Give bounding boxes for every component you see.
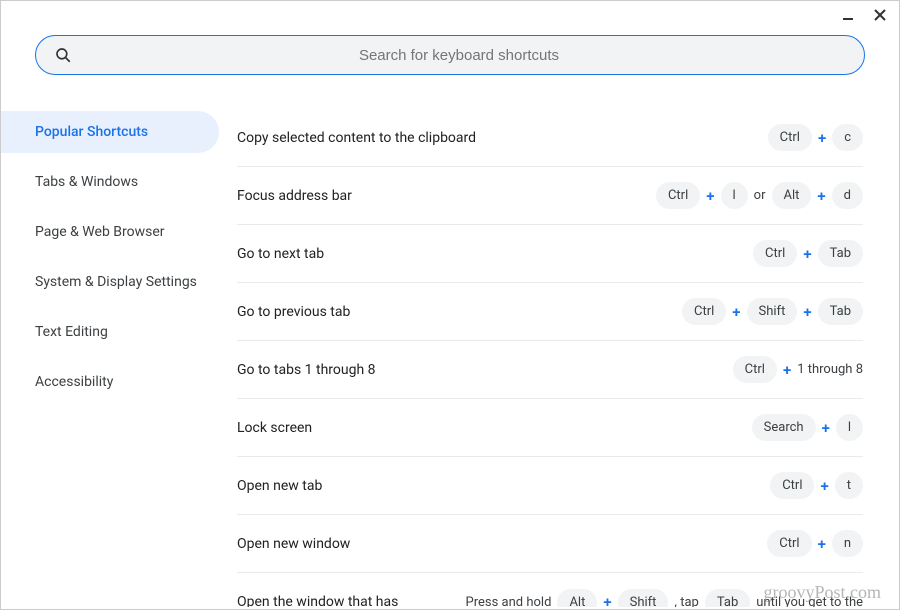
- minimize-icon[interactable]: [841, 8, 855, 22]
- sidebar-item-label: Text Editing: [35, 324, 108, 340]
- combo-literal: Press and hold: [466, 595, 552, 608]
- key-cap: Ctrl: [767, 530, 811, 557]
- combo-literal: or: [754, 188, 766, 203]
- combo-literal: 1 through 8: [797, 362, 863, 377]
- shortcut-row: Open new windowCtrl + n: [237, 515, 863, 573]
- search-input[interactable]: [72, 47, 846, 64]
- searchbar[interactable]: [35, 35, 865, 75]
- key-cap: Ctrl: [656, 182, 700, 209]
- shortcut-row: Go to next tabCtrl + Tab: [237, 225, 863, 283]
- plus-icon: +: [818, 535, 826, 553]
- shortcut-description: Copy selected content to the clipboard: [237, 130, 768, 146]
- key-cap: d: [832, 182, 863, 209]
- key-cap: Tab: [705, 589, 750, 608]
- key-cap: n: [832, 530, 863, 557]
- shortcut-list: Copy selected content to the clipboardCt…: [219, 89, 899, 607]
- shortcut-description: Open new tab: [237, 478, 770, 494]
- shortcut-combo: Ctrl + lor Alt + d: [656, 182, 863, 209]
- shortcut-row: Focus address barCtrl + lor Alt + d: [237, 167, 863, 225]
- key-cap: Shift: [747, 298, 798, 325]
- shortcut-row: Go to tabs 1 through 8Ctrl +1 through 8: [237, 341, 863, 399]
- shortcut-combo: Ctrl + c: [768, 124, 863, 151]
- shortcut-combo: Ctrl + n: [767, 530, 863, 557]
- shortcut-row: Open the window that hasPress and hold Al…: [237, 573, 863, 607]
- sidebar-item-label: Page & Web Browser: [35, 224, 165, 240]
- combo-literal: until you get to the: [756, 595, 863, 608]
- key-cap: Ctrl: [753, 240, 797, 267]
- plus-icon: +: [783, 361, 791, 379]
- shortcut-row: Copy selected content to the clipboardCt…: [237, 109, 863, 167]
- sidebar-item-label: Accessibility: [35, 374, 113, 390]
- shortcut-row: Open new tabCtrl + t: [237, 457, 863, 515]
- key-cap: Shift: [618, 589, 669, 608]
- key-cap: t: [835, 472, 863, 499]
- plus-icon: +: [603, 593, 611, 607]
- sidebar-item-accessibility[interactable]: Accessibility: [1, 361, 219, 403]
- sidebar-item-popular-shortcuts[interactable]: Popular Shortcuts: [1, 111, 219, 153]
- sidebar-item-label: System & Display Settings: [35, 274, 197, 290]
- shortcut-description: Go to tabs 1 through 8: [237, 362, 733, 378]
- sidebar-item-system-display-settings[interactable]: System & Display Settings: [1, 261, 219, 303]
- close-icon[interactable]: [873, 8, 887, 22]
- shortcut-combo: Ctrl + t: [770, 472, 863, 499]
- window-titlebar: [1, 1, 899, 29]
- sidebar-item-text-editing[interactable]: Text Editing: [1, 311, 219, 353]
- plus-icon: +: [818, 129, 826, 147]
- plus-icon: +: [820, 477, 828, 495]
- key-cap: Ctrl: [682, 298, 726, 325]
- shortcut-combo: Ctrl + Tab: [753, 240, 863, 267]
- shortcut-combo: Search + l: [752, 414, 863, 441]
- shortcut-description: Focus address bar: [237, 188, 656, 204]
- key-cap: c: [832, 124, 863, 151]
- plus-icon: +: [706, 187, 714, 205]
- plus-icon: +: [822, 419, 830, 437]
- shortcut-combo: Press and hold Alt + Shift , tap Tab until you…: [466, 589, 863, 608]
- shortcut-description: Open the window that has: [237, 594, 466, 607]
- search-icon: [54, 46, 72, 64]
- key-cap: Ctrl: [770, 472, 814, 499]
- key-cap: l: [721, 182, 748, 209]
- sidebar-item-tabs-windows[interactable]: Tabs & Windows: [1, 161, 219, 203]
- sidebar: Popular Shortcuts Tabs & Windows Page & We…: [1, 89, 219, 607]
- key-cap: Tab: [818, 298, 863, 325]
- shortcut-description: Go to next tab: [237, 246, 753, 262]
- combo-literal: , tap: [674, 595, 698, 608]
- key-cap: Tab: [818, 240, 863, 267]
- searchbar-container: [1, 29, 899, 89]
- sidebar-item-page-web-browser[interactable]: Page & Web Browser: [1, 211, 219, 253]
- plus-icon: +: [817, 187, 825, 205]
- plus-icon: +: [732, 303, 740, 321]
- key-cap: l: [836, 414, 863, 441]
- key-cap: Ctrl: [768, 124, 812, 151]
- shortcut-row: Lock screenSearch + l: [237, 399, 863, 457]
- shortcut-row: Go to previous tabCtrl + Shift + Tab: [237, 283, 863, 341]
- shortcut-description: Open new window: [237, 536, 767, 552]
- shortcut-combo: Ctrl +1 through 8: [733, 356, 863, 383]
- key-cap: Alt: [557, 589, 597, 608]
- plus-icon: +: [803, 303, 811, 321]
- sidebar-item-label: Tabs & Windows: [35, 174, 138, 190]
- content: Popular Shortcuts Tabs & Windows Page & We…: [1, 89, 899, 607]
- sidebar-item-label: Popular Shortcuts: [35, 124, 148, 140]
- shortcut-description: Lock screen: [237, 420, 752, 436]
- key-cap: Alt: [772, 182, 812, 209]
- plus-icon: +: [803, 245, 811, 263]
- key-cap: Search: [752, 414, 816, 441]
- key-cap: Ctrl: [733, 356, 777, 383]
- shortcut-combo: Ctrl + Shift + Tab: [682, 298, 863, 325]
- shortcut-description: Go to previous tab: [237, 304, 682, 320]
